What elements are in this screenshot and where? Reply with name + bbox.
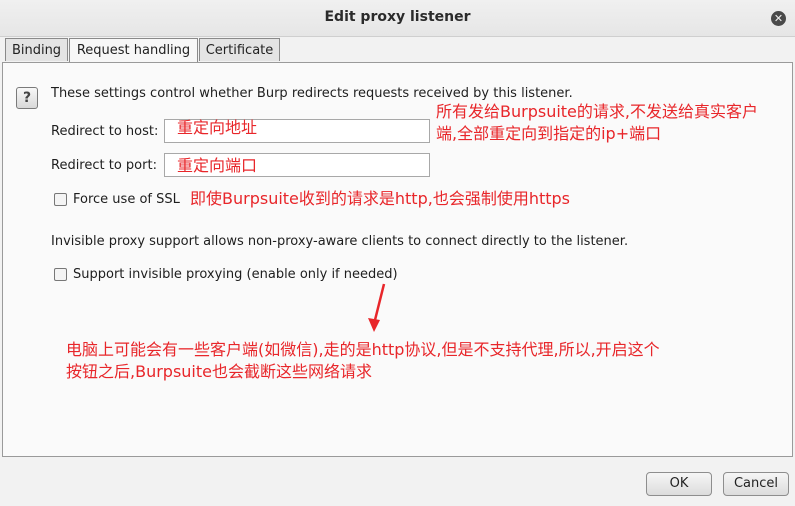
ssl-annotation: 即使Burpsuite收到的请求是http,也会强制使用https <box>190 189 571 208</box>
window-title: Edit proxy listener <box>324 9 471 25</box>
host-annotation: 重定向地址 <box>177 118 258 137</box>
tab-certificate[interactable]: Certificate <box>199 38 280 61</box>
help-icon[interactable]: ? <box>16 87 38 109</box>
invisible-annotation-line1: 电脑上可能会有一些客户端(如微信),走的是http协议,但是不支持代理,所以,开… <box>66 340 660 359</box>
redirect-port-label: Redirect to port: <box>51 158 157 173</box>
invisible-proxy-checkbox[interactable] <box>54 268 67 281</box>
ok-button[interactable]: OK <box>646 472 712 496</box>
cancel-button[interactable]: Cancel <box>723 472 789 496</box>
force-ssl-label: Force use of SSL <box>73 192 180 207</box>
close-icon[interactable]: ✕ <box>771 11 786 26</box>
force-ssl-checkbox[interactable] <box>54 193 67 206</box>
redirect-annotation-line2: 端,全部重定向到指定的ip+端口 <box>436 124 662 143</box>
invisible-proxy-label: Support invisible proxying (enable only … <box>73 267 398 282</box>
tab-request-handling[interactable]: Request handling <box>69 38 198 63</box>
invisible-annotation-line2: 按钮之后,Burpsuite也会截断这些网络请求 <box>66 362 372 381</box>
port-annotation: 重定向端口 <box>177 156 258 175</box>
tab-binding[interactable]: Binding <box>5 38 68 61</box>
title-bar: Edit proxy listener ✕ <box>0 0 795 37</box>
invisible-proxy-description: Invisible proxy support allows non-proxy… <box>51 234 629 249</box>
arrow-icon <box>368 283 386 332</box>
redirect-host-label: Redirect to host: <box>51 124 159 139</box>
description-text: These settings control whether Burp redi… <box>51 86 573 101</box>
redirect-annotation-line1: 所有发给Burpsuite的请求,不发送给真实客户 <box>436 102 758 121</box>
